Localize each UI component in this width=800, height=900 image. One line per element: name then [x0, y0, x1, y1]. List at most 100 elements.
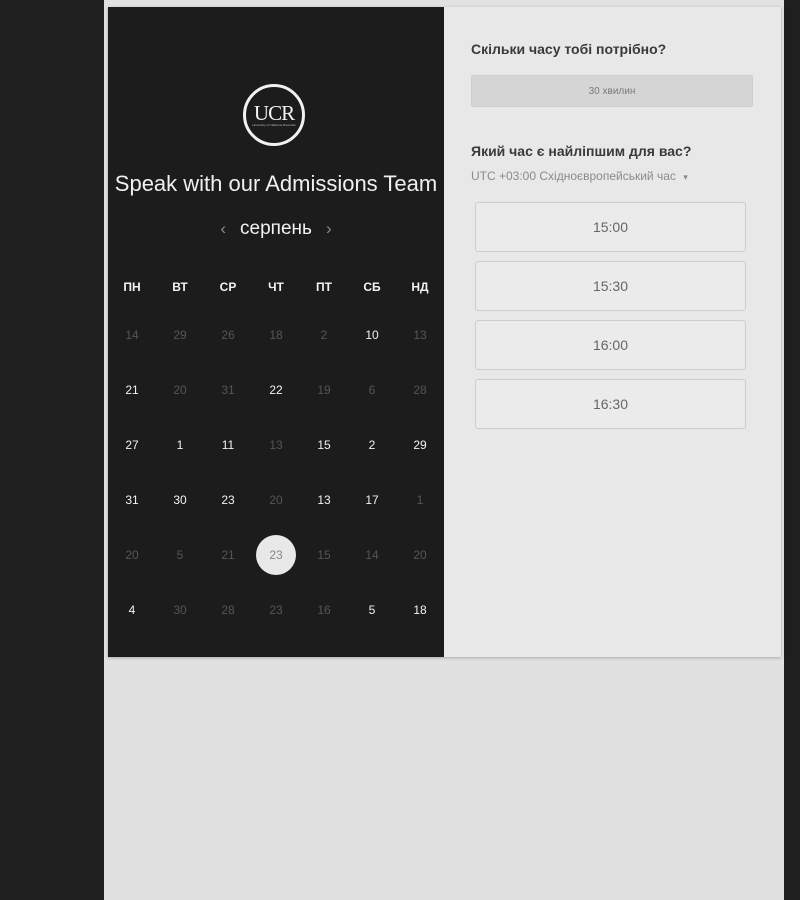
- calendar-day-number: 5: [176, 547, 184, 562]
- calendar-day-number: 16: [317, 602, 331, 617]
- calendar-week-row: 14 29 26 18 2 10 13: [108, 307, 444, 362]
- booking-panel: Скільки часу тобі потрібно? 30 хвилин Як…: [444, 7, 781, 657]
- chevron-right-icon[interactable]: ›: [326, 219, 332, 239]
- calendar-day[interactable]: 11: [204, 438, 252, 452]
- calendar-day-number: 15: [317, 437, 331, 452]
- weekday-label: ВТ: [172, 279, 188, 294]
- calendar-day: 26: [204, 328, 252, 342]
- time-slot-button[interactable]: 15:30: [475, 261, 746, 311]
- calendar-day[interactable]: 29: [396, 438, 444, 452]
- calendar-day-number: 13: [269, 437, 283, 452]
- calendar-day-number: 2: [320, 327, 328, 342]
- calendar-day-number: 22: [269, 382, 283, 397]
- calendar-day: 28: [396, 383, 444, 397]
- calendar-day-number: 30: [173, 492, 187, 507]
- weekday-label: ПН: [123, 279, 141, 294]
- calendar-day-number: 19: [317, 382, 331, 397]
- calendar-day: 19: [300, 383, 348, 397]
- time-slot-button[interactable]: 16:00: [475, 320, 746, 370]
- calendar-day-number: 18: [413, 602, 427, 617]
- calendar-day-number: 31: [221, 382, 235, 397]
- calendar-day-number: 13: [317, 492, 331, 507]
- calendar-day[interactable]: 17: [348, 493, 396, 507]
- calendar-day: 6: [348, 383, 396, 397]
- calendar-day-number: 15: [317, 547, 331, 562]
- weekday-label: ЧТ: [268, 279, 284, 294]
- calendar-day[interactable]: 21: [108, 383, 156, 397]
- calendar-week-row: 20 5 21 23 15 14 20: [108, 527, 444, 582]
- calendar-day: 20: [252, 493, 300, 507]
- calendar-day: 30: [156, 603, 204, 617]
- weekday-header: ПН ВТ СР ЧТ ПТ СБ НД: [108, 277, 444, 296]
- time-slot-button[interactable]: 15:00: [475, 202, 746, 252]
- time-question: Який час є найліпшим для вас?: [471, 143, 692, 159]
- caret-down-icon: ▾: [683, 172, 688, 182]
- calendar-day[interactable]: 27: [108, 438, 156, 452]
- calendar-day-number: 5: [368, 602, 376, 617]
- calendar-day: 2: [300, 328, 348, 342]
- calendar-day-selected[interactable]: 23: [252, 534, 300, 575]
- calendar-day-number: 29: [173, 327, 187, 342]
- weekday-label: СР: [219, 279, 237, 294]
- calendar-day-number: 13: [413, 327, 427, 342]
- calendar-day: 20: [396, 548, 444, 562]
- calendar-day-number: 1: [176, 437, 184, 452]
- weekday-label: СБ: [363, 279, 381, 294]
- calendar-day: 13: [252, 438, 300, 452]
- calendar-day: 18: [252, 328, 300, 342]
- calendar-week-row: 21 20 31 22 19 6 28: [108, 362, 444, 417]
- calendar-day[interactable]: 22: [252, 383, 300, 397]
- calendar-day[interactable]: 2: [348, 438, 396, 452]
- weekday-label: НД: [411, 279, 429, 294]
- calendar-day-number: 20: [413, 547, 427, 562]
- calendar-day: 1: [396, 493, 444, 507]
- calendar-week-row: 31 30 23 20 13 17 1: [108, 472, 444, 527]
- calendar-day: 28: [204, 603, 252, 617]
- duration-question: Скільки часу тобі потрібно?: [471, 41, 667, 57]
- calendar-grid: ПН ВТ СР ЧТ ПТ СБ НД 14 29 26 18 2 10 13 21 20 31 22 19 6 2…: [108, 277, 444, 637]
- scheduling-card: UCR University of California Riverside S…: [108, 7, 781, 657]
- calendar-week-row: 27 1 11 13 15 2 29: [108, 417, 444, 472]
- ucr-logo: UCR University of California Riverside: [243, 84, 305, 146]
- timezone-label: UTC +03:00 Східноєвропейський час: [471, 169, 676, 183]
- timezone-dropdown[interactable]: UTC +03:00 Східноєвропейський час ▾: [471, 169, 688, 183]
- calendar-day-number: 23: [221, 492, 235, 507]
- calendar-day-number: 6: [368, 382, 376, 397]
- calendar-day[interactable]: 5: [348, 603, 396, 617]
- calendar-day-number: 31: [125, 492, 139, 507]
- calendar-day[interactable]: 23: [204, 493, 252, 507]
- calendar-day[interactable]: 10: [348, 328, 396, 342]
- calendar-day: 15: [300, 548, 348, 562]
- page-title: Speak with our Admissions Team: [114, 171, 438, 196]
- calendar-day-number: 11: [221, 437, 235, 452]
- calendar-day-number: 28: [221, 602, 235, 617]
- calendar-day-number: 30: [173, 602, 187, 617]
- calendar-day: 14: [108, 328, 156, 342]
- chevron-left-icon[interactable]: ‹: [220, 219, 226, 239]
- calendar-day[interactable]: 30: [156, 493, 204, 507]
- calendar-day-number: 23: [269, 602, 283, 617]
- calendar-day[interactable]: 18: [396, 603, 444, 617]
- time-slot-button[interactable]: 16:30: [475, 379, 746, 429]
- calendar-week-row: 4 30 28 23 16 5 18: [108, 582, 444, 637]
- month-label: серпень: [240, 218, 312, 239]
- duration-selector[interactable]: 30 хвилин: [471, 75, 753, 107]
- calendar-day: 5: [156, 548, 204, 562]
- calendar-day-number: 20: [125, 547, 139, 562]
- calendar-day-number: 20: [269, 492, 283, 507]
- calendar-day: 29: [156, 328, 204, 342]
- month-navigation: ‹ серпень ›: [108, 218, 444, 240]
- calendar-day-number: 1: [416, 492, 424, 507]
- calendar-day-number: 28: [413, 382, 427, 397]
- calendar-day[interactable]: 13: [300, 493, 348, 507]
- calendar-day[interactable]: 4: [108, 603, 156, 617]
- calendar-day-number: 14: [365, 547, 379, 562]
- calendar-day[interactable]: 31: [108, 493, 156, 507]
- calendar-day[interactable]: 1: [156, 438, 204, 452]
- calendar-day-number: 17: [365, 492, 379, 507]
- calendar-day-number: 26: [221, 327, 235, 342]
- calendar-day[interactable]: 15: [300, 438, 348, 452]
- calendar-day: 31: [204, 383, 252, 397]
- calendar-day-number: 2: [368, 437, 376, 452]
- calendar-day-number: 21: [221, 547, 235, 562]
